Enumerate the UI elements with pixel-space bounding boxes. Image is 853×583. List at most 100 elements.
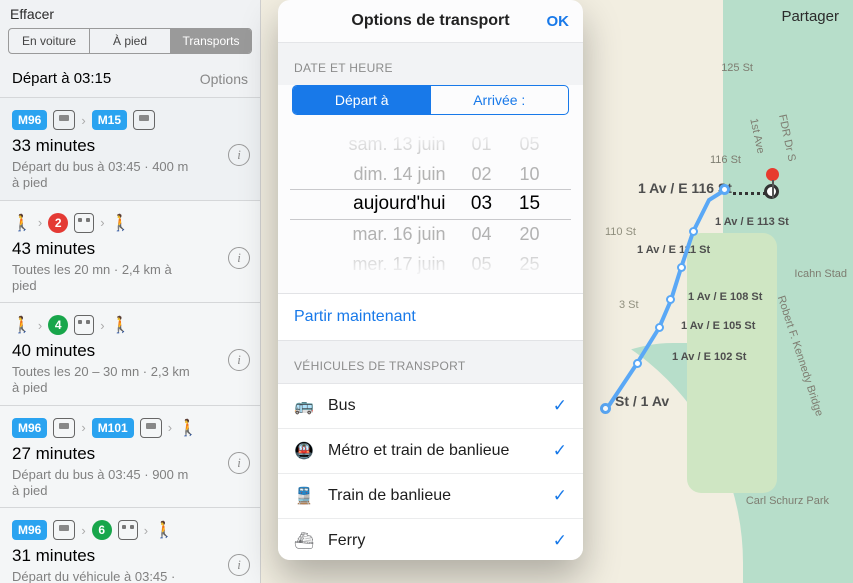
route-item[interactable]: M96 › 6 › 🚶 31 minutes Départ du véhicule à 03… <box>0 507 260 583</box>
train-icon <box>74 315 94 335</box>
picker-cell[interactable]: mar. 16 juin <box>352 219 445 249</box>
destination-pin-icon <box>766 168 779 181</box>
transport-options-modal: Options de transport OK DATE ET HEURE Dé… <box>278 0 583 560</box>
check-icon: ✓ <box>553 441 567 461</box>
chevron-right-icon: › <box>81 523 85 538</box>
vehicle-icon: 🚆 <box>294 486 314 506</box>
depart-time-label: Départ à 03:15 <box>12 70 111 87</box>
chevron-right-icon: › <box>81 420 85 435</box>
datetime-picker[interactable]: sam. 13 juindim. 14 juinaujourd'huimar. … <box>278 129 583 279</box>
check-icon: ✓ <box>553 486 567 506</box>
route-badge: M15 <box>92 110 127 130</box>
info-icon[interactable]: i <box>228 144 250 166</box>
vehicle-row[interactable]: 🚌 Bus ✓ <box>278 384 583 429</box>
check-icon: ✓ <box>553 396 567 416</box>
picker-cell[interactable]: sam. 13 juin <box>348 129 445 159</box>
vehicle-icon: 🚌 <box>294 396 314 416</box>
clear-button[interactable]: Effacer <box>10 6 54 22</box>
train-icon <box>74 213 94 233</box>
vehicle-icon: ⛴ <box>294 531 314 551</box>
picker-minute-column[interactable]: 0510152025 <box>506 129 554 279</box>
walk-icon: 🚶 <box>178 418 198 438</box>
leave-now-button[interactable]: Partir maintenant <box>278 293 583 341</box>
info-icon[interactable]: i <box>228 554 250 576</box>
walk-icon: 🚶 <box>111 315 131 335</box>
picker-cell[interactable]: dim. 14 juin <box>353 159 445 189</box>
vehicle-row[interactable]: 🚆 Train de banlieue ✓ <box>278 474 583 519</box>
line-circle-icon: 6 <box>92 520 112 540</box>
route-duration: 31 minutes <box>12 546 248 566</box>
picker-cell[interactable]: 05 <box>519 129 539 159</box>
picker-cell[interactable]: 10 <box>519 159 539 189</box>
walk-icon: 🚶 <box>154 520 174 540</box>
line-circle-icon: 4 <box>48 315 68 335</box>
directions-panel: Effacer En voiture À pied Transports Dép… <box>0 0 261 583</box>
bus-icon <box>53 520 75 540</box>
picker-cell[interactable]: 02 <box>471 159 491 189</box>
share-button[interactable]: Partager <box>781 8 839 25</box>
train-icon <box>118 520 138 540</box>
chevron-right-icon: › <box>100 318 104 333</box>
vehicle-row[interactable]: ⛴Ferry✓ <box>278 519 583 560</box>
bus-icon <box>53 418 75 438</box>
line-circle-icon: 2 <box>48 213 68 233</box>
chevron-right-icon: › <box>81 113 85 128</box>
route-duration: 43 minutes <box>12 239 248 259</box>
route-duration: 40 minutes <box>12 341 248 361</box>
mode-car[interactable]: En voiture <box>9 29 89 53</box>
route-item[interactable]: 🚶›4›🚶40 minutesToutes les 20 – 30 mn · 2… <box>0 302 260 405</box>
picker-cell[interactable]: mer. 17 juin <box>352 249 445 279</box>
route-subtitle: Départ du bus à 03:45 · 900 m à pied <box>12 467 197 500</box>
route-subtitle: Départ du véhicule à 03:45 · 900 m à pie… <box>12 569 197 583</box>
vehicle-label: Ferry <box>328 532 365 550</box>
options-button[interactable]: Options <box>200 71 248 87</box>
chevron-right-icon: › <box>144 523 148 538</box>
route-subtitle: Toutes les 20 mn · 2,4 km à pied <box>12 262 197 295</box>
vehicle-label: Train de banlieue <box>328 487 451 505</box>
route-badge: M96 <box>12 418 47 438</box>
route-subtitle: Départ du bus à 03:45 · 400 m à pied <box>12 159 197 192</box>
route-badge: M101 <box>92 418 134 438</box>
vehicle-icon: 🚇 <box>294 441 314 461</box>
bus-icon <box>53 110 75 130</box>
picker-cell[interactable]: 25 <box>519 249 539 279</box>
route-item[interactable]: 🚶›2›🚶43 minutesToutes les 20 mn · 2,4 km… <box>0 200 260 303</box>
chevron-right-icon: › <box>38 318 42 333</box>
mode-transit[interactable]: Transports <box>170 29 251 53</box>
chevron-right-icon: › <box>168 420 172 435</box>
info-icon[interactable]: i <box>228 349 250 371</box>
picker-cell[interactable]: aujourd'hui <box>353 189 445 219</box>
mode-walk[interactable]: À pied <box>89 29 170 53</box>
picker-hour-column[interactable]: 0102030405 <box>458 129 506 279</box>
bus-icon <box>140 418 162 438</box>
date-section-label: DATE ET HEURE <box>278 43 583 85</box>
picker-cell[interactable]: 01 <box>471 129 491 159</box>
segment-depart[interactable]: Départ à <box>293 86 431 114</box>
picker-date-column[interactable]: sam. 13 juindim. 14 juinaujourd'huimar. … <box>308 129 458 279</box>
walk-icon: 🚶 <box>111 213 131 233</box>
transport-mode-segmented[interactable]: En voiture À pied Transports <box>8 28 252 54</box>
walk-icon: 🚶 <box>12 213 32 233</box>
vehicle-label: Métro et train de banlieue <box>328 442 509 460</box>
route-item[interactable]: M96›M101›🚶27 minutesDépart du bus à 03:4… <box>0 405 260 508</box>
route-item[interactable]: M96 › M15 33 minutes Départ du bus à 03:45 ·… <box>0 97 260 200</box>
ok-button[interactable]: OK <box>547 13 570 30</box>
picker-cell[interactable]: 03 <box>471 189 492 219</box>
info-icon[interactable]: i <box>228 452 250 474</box>
picker-cell[interactable]: 04 <box>471 219 491 249</box>
depart-arrive-segmented[interactable]: Départ à Arrivée : <box>292 85 569 115</box>
vehicle-row[interactable]: 🚇 Métro et train de banlieue ✓ <box>278 429 583 474</box>
chevron-right-icon: › <box>38 215 42 230</box>
picker-cell[interactable]: 05 <box>471 249 491 279</box>
picker-cell[interactable]: 20 <box>519 219 539 249</box>
bus-icon <box>133 110 155 130</box>
vehicles-list: 🚌 Bus ✓ 🚇 Métro et train de banlieue ✓ 🚆 Train … <box>278 383 583 560</box>
route-badge: M96 <box>12 520 47 540</box>
route-badge: M96 <box>12 110 47 130</box>
vehicles-section-label: VÉHICULES DE TRANSPORT <box>278 341 583 383</box>
picker-cell[interactable]: 15 <box>519 189 540 219</box>
segment-arrive[interactable]: Arrivée : <box>431 86 569 114</box>
info-icon[interactable]: i <box>228 247 250 269</box>
route-duration: 33 minutes <box>12 136 248 156</box>
vehicle-label: Bus <box>328 397 356 415</box>
